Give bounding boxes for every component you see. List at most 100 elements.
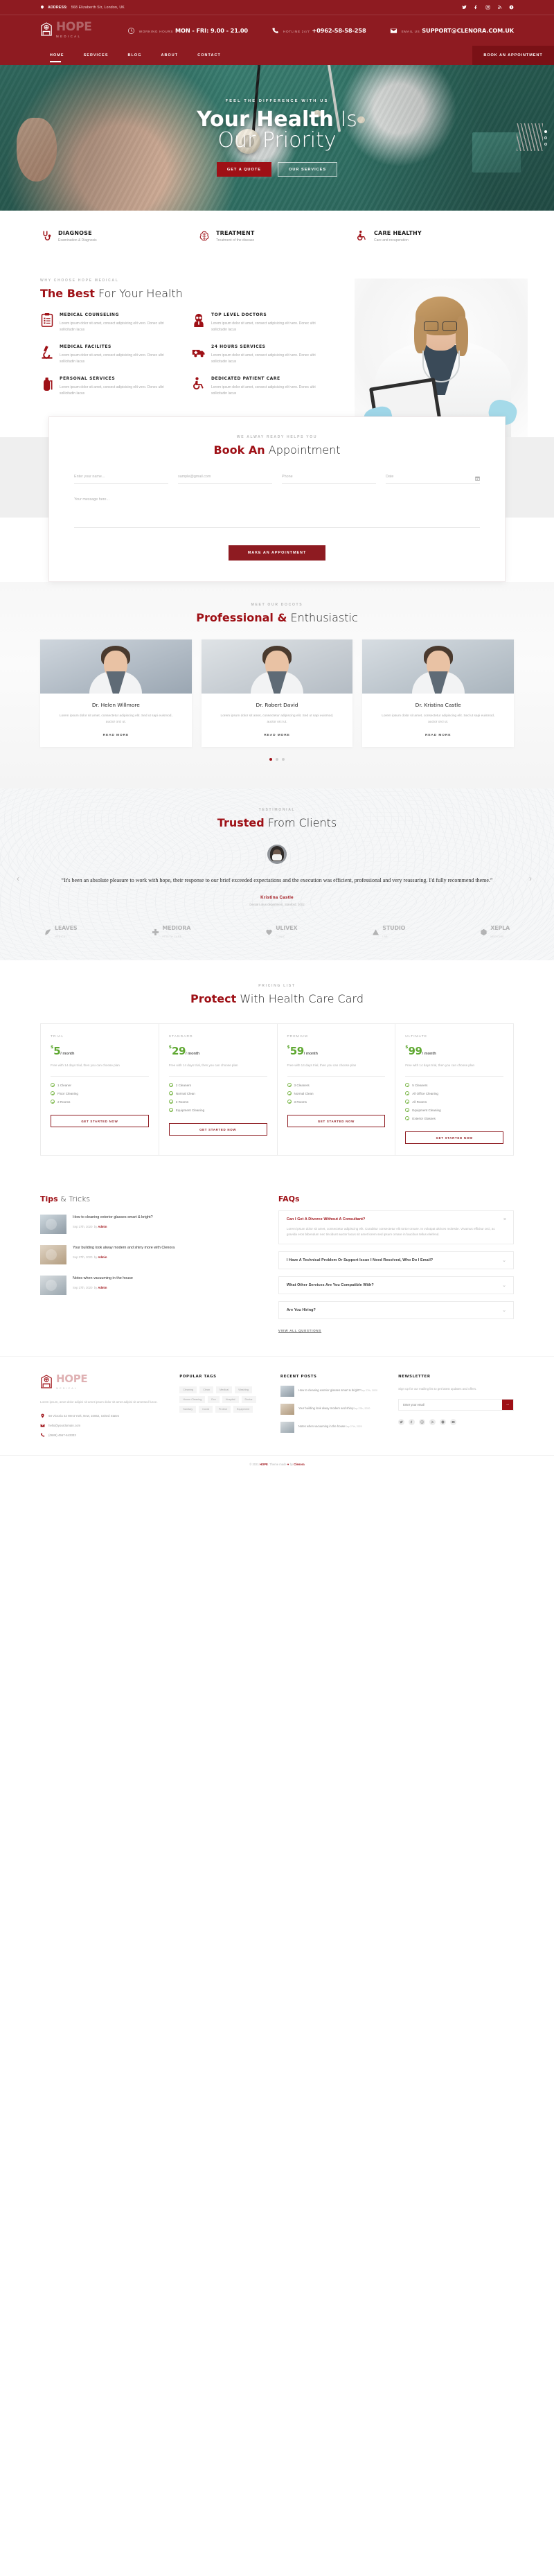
hero-slider-dots[interactable] (544, 130, 547, 145)
our-services-button[interactable]: OUR SERVICES (277, 162, 338, 177)
youtube-icon[interactable] (450, 1418, 457, 1425)
rss-icon[interactable] (429, 1418, 436, 1425)
doctor-dot-1[interactable] (269, 758, 272, 761)
brand-ulivex[interactable]: ULIVEX CLINIC (265, 924, 298, 939)
hero-dot-1[interactable] (544, 130, 547, 133)
chevron-down-icon[interactable]: ⌄ (502, 1283, 506, 1288)
nav-item-services[interactable]: SERVICES (74, 46, 118, 65)
faq-question-1[interactable]: I Have A Technical Problem Or Support Is… (287, 1258, 506, 1262)
feature-24-hours-services[interactable]: 24 HOURS SERVICES Lorem ipsum dolor sit … (192, 344, 331, 365)
tag-item[interactable]: Eco (208, 1396, 220, 1403)
instagram-icon[interactable] (485, 5, 490, 10)
tag-item[interactable]: Equipment (233, 1406, 253, 1413)
site-logo[interactable]: HOPE MEDICAL (40, 21, 92, 39)
testimonial-prev-arrow[interactable]: ‹ (17, 874, 25, 883)
email-input[interactable] (178, 473, 272, 484)
nav-item-blog[interactable]: BLOG (118, 46, 152, 65)
instagram-icon[interactable] (419, 1418, 426, 1425)
tag-item[interactable]: House Cleaning (179, 1396, 206, 1403)
faq-question-3[interactable]: Are You Hiring? (287, 1308, 506, 1312)
tip-item[interactable]: How to cleaning exterior glasses smart &… (40, 1215, 258, 1234)
plan-cta-2[interactable]: GET STARTED NOW (287, 1115, 386, 1127)
recent-post-item[interactable]: Your building look alway modern and shin… (280, 1404, 383, 1415)
feature-top-level-doctors[interactable]: TOP LEVEL DOCTORS Lorem ipsum dolor sit … (192, 312, 331, 333)
chevron-down-icon[interactable]: ⌄ (502, 1308, 506, 1313)
nav-item-home[interactable]: HOME (40, 46, 74, 65)
tag-item[interactable]: Doctor (241, 1396, 256, 1403)
nav-item-about[interactable]: ABOUT (152, 46, 188, 65)
doctor-dot-3[interactable] (282, 758, 285, 761)
calendar-icon[interactable] (475, 475, 480, 481)
strip-item-treatment[interactable]: TREATMENT Treatment of the disease (198, 230, 356, 242)
hero-dot-2[interactable] (544, 136, 547, 139)
feature-personal-services[interactable]: PERSONAL SERVICES Lorem ipsum dolor sit … (40, 376, 179, 397)
view-all-questions-link[interactable]: VIEW ALL QUESTIONS (278, 1329, 514, 1332)
footer-email-row[interactable]: hello@yourdomain.com (40, 1423, 164, 1428)
tag-item[interactable]: Clean (199, 1386, 214, 1393)
doctor-read-more-1[interactable]: READ MORE (202, 734, 353, 737)
footer-phone-row[interactable]: (0689) 4567-643333 (40, 1433, 164, 1438)
strip-item-diagnose[interactable]: DIAGNOSE Examination & Diagnosis (40, 230, 198, 242)
tip-item[interactable]: Your building look alway modern and shin… (40, 1245, 258, 1264)
name-input[interactable] (74, 473, 168, 484)
tag-item[interactable]: Medical (216, 1386, 233, 1393)
rss-icon[interactable] (497, 5, 502, 10)
tag-item[interactable]: Cleaning (179, 1386, 197, 1393)
tag-item[interactable]: Sanitary (179, 1406, 197, 1413)
plan-cta-1[interactable]: GET STARTED NOW (168, 1123, 267, 1136)
brand-studio[interactable]: STUDIO LAB (372, 924, 405, 939)
faq-item-3[interactable]: Are You Hiring? ⌄ (278, 1301, 514, 1319)
tip-item[interactable]: Notes when vacuuming in the house Sep 27… (40, 1276, 258, 1295)
chevron-down-icon[interactable]: ⌄ (502, 1258, 506, 1263)
vk-icon[interactable] (440, 1418, 447, 1425)
plan-cta-3[interactable]: GET STARTED NOW (405, 1131, 503, 1144)
date-input[interactable] (386, 473, 480, 484)
doctor-card[interactable]: Dr. Helen Willmore Lorem ipsum dolor sit… (40, 639, 192, 747)
newsletter-submit-button[interactable]: → (501, 1399, 513, 1410)
get-a-quote-button[interactable]: GET A QUOTE (216, 162, 271, 177)
feature-medical-facilities[interactable]: MEDICAL FACILITES Lorem ipsum dolor sit … (40, 344, 179, 365)
recent-post-item[interactable]: Notes when vacuuming in the houseSep 27t… (280, 1422, 383, 1433)
doctor-read-more-2[interactable]: READ MORE (362, 734, 514, 737)
faq-item-0[interactable]: Can I Get A Divorce Without A Consultant… (278, 1210, 514, 1244)
doctor-card[interactable]: Dr. Kristina Castle Lorem ipsum dolor si… (362, 639, 515, 747)
nav-item-contact[interactable]: CONTACT (188, 46, 231, 65)
twitter-icon[interactable] (398, 1418, 405, 1425)
hero-dot-3[interactable] (544, 143, 547, 145)
brand-xepla[interactable]: XEPLA MEDICINE (480, 924, 510, 939)
tag-item[interactable]: Washing (235, 1386, 252, 1393)
hotline-item[interactable]: HOTLINE 24/7 +0962-58-58-258 (271, 27, 366, 35)
footer-logo[interactable]: HOPE MEDICAL (40, 1374, 164, 1391)
brand-mediora[interactable]: MEDIORA HEALTH CARE (152, 924, 190, 939)
facebook-icon[interactable] (473, 5, 479, 10)
vk-icon[interactable] (508, 5, 514, 10)
doctor-slider-dots[interactable] (40, 758, 514, 761)
strip-item-care-healthy[interactable]: CARE HEALTHY Care and recuperation (356, 230, 514, 242)
faq-question-0[interactable]: Can I Get A Divorce Without A Consultant… (287, 1217, 506, 1221)
recent-post-item[interactable]: How to cleaning exterior glasses smart &… (280, 1386, 383, 1397)
feature-medical-counseling[interactable]: MEDICAL COUNSELING Lorem ipsum dolor sit… (40, 312, 179, 333)
close-icon[interactable]: × (503, 1217, 506, 1222)
faq-question-2[interactable]: What Other Services Are You Compatible W… (287, 1283, 506, 1287)
doctor-read-more-0[interactable]: READ MORE (40, 734, 192, 737)
message-textarea[interactable] (74, 497, 480, 528)
doctor-dot-2[interactable] (276, 758, 278, 761)
doctor-card[interactable]: Dr. Robert David Lorem ipsum dolor sit a… (201, 639, 353, 747)
tag-item[interactable]: Hospital (222, 1396, 239, 1403)
feature-dedicated-patient-care[interactable]: DEDICATED PATIENT CARE Lorem ipsum dolor… (192, 376, 331, 397)
faq-item-1[interactable]: I Have A Technical Problem Or Support Is… (278, 1251, 514, 1269)
tag-item[interactable]: Protect (215, 1406, 231, 1413)
plan-cta-0[interactable]: GET STARTED NOW (51, 1115, 149, 1127)
check-icon (287, 1100, 292, 1104)
phone-input[interactable] (282, 473, 376, 484)
faq-item-2[interactable]: What Other Services Are You Compatible W… (278, 1276, 514, 1294)
brand-leaves[interactable]: LEAVES MEDICAL (44, 924, 78, 939)
tag-item[interactable]: Covid (199, 1406, 213, 1413)
twitter-icon[interactable] (461, 5, 467, 10)
newsletter-email-input[interactable] (399, 1399, 502, 1410)
testimonial-next-arrow[interactable]: › (529, 874, 537, 883)
email-item[interactable]: EMAIL US SUPPORT@CLENORA.COM.UK (390, 27, 514, 35)
facebook-icon[interactable] (409, 1418, 416, 1425)
make-an-appointment-button[interactable]: MAKE AN APPOINTMENT (228, 545, 326, 561)
book-appointment-button[interactable]: BOOK AN APPOINTMENT (472, 46, 554, 65)
